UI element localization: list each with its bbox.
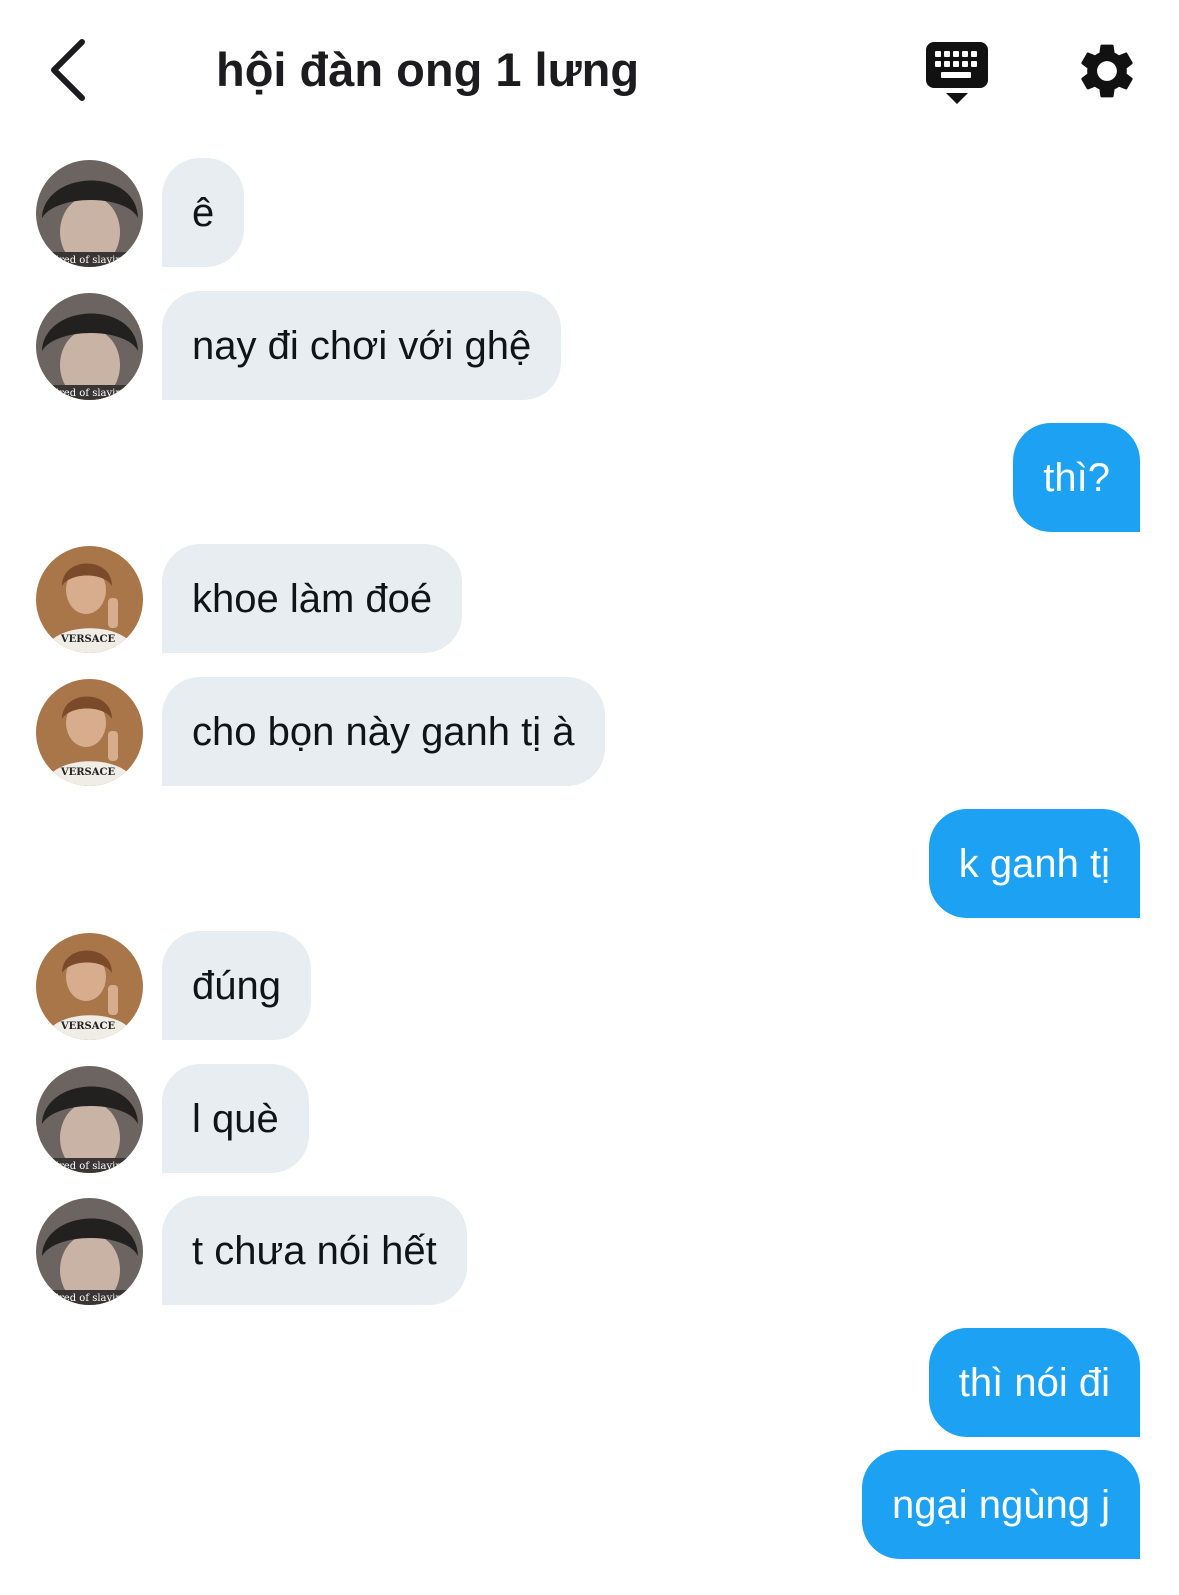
message-bubble-outgoing[interactable]: thì? [1013,423,1140,532]
avatar[interactable]: VERSACE [36,933,143,1040]
message-bubble-incoming[interactable]: đúng [162,931,311,1040]
avatar[interactable]: tired of slaying [36,1198,143,1305]
message-bubble-incoming[interactable]: cho bọn này ganh tị à [162,677,605,786]
profile-photo-a: tired of slaying [36,1066,143,1173]
avatar-caption: VERSACE [60,634,116,645]
message-bubble-incoming[interactable]: l què [162,1064,309,1173]
message-bubble-incoming[interactable]: ê [162,158,245,267]
avatar-caption: tired of slaying [52,255,129,266]
message-bubble-incoming[interactable]: t chưa nói hết [162,1196,467,1305]
keyboard-dismiss-button[interactable] [924,38,992,106]
avatar-caption: tired of slaying [52,1293,129,1304]
avatar[interactable]: VERSACE [36,679,143,786]
message-bubble-incoming[interactable]: nay đi chơi với ghệ [162,291,562,400]
message-bubble-outgoing[interactable]: k ganh tị [928,809,1140,918]
settings-button[interactable] [1074,38,1140,104]
profile-photo-b: VERSACE [36,679,143,786]
profile-photo-b: VERSACE [36,933,143,1040]
avatar[interactable]: tired of slaying [36,293,143,400]
profile-photo-a: tired of slaying [36,293,143,400]
back-button[interactable] [38,36,98,104]
avatar-caption: tired of slaying [52,388,129,399]
avatar-caption: tired of slaying [52,1161,129,1172]
gear-icon [1081,44,1133,98]
avatar-caption: VERSACE [60,1021,116,1032]
conversation-title[interactable]: hội đàn ong 1 lưng [216,38,639,102]
avatar[interactable]: tired of slaying [36,1066,143,1173]
avatar-caption: VERSACE [60,767,116,778]
message-bubble-outgoing[interactable]: ngại ngùng j [862,1450,1140,1559]
conversation-header: hội đàn ong 1 lưng [0,0,1179,140]
avatar[interactable]: tired of slaying [36,160,143,267]
dm-conversation-screen: hội đàn ong 1 lưng tired of slaying ê ti… [0,0,1179,1595]
profile-photo-a: tired of slaying [36,160,143,267]
profile-photo-b: VERSACE [36,546,143,653]
keyboard-dismiss-icon [926,42,988,104]
chevron-left-icon [51,39,85,101]
profile-photo-a: tired of slaying [36,1198,143,1305]
message-bubble-incoming[interactable]: khoe làm đoé [162,544,463,653]
avatar[interactable]: VERSACE [36,546,143,653]
message-bubble-outgoing[interactable]: thì nói đi [928,1328,1140,1437]
